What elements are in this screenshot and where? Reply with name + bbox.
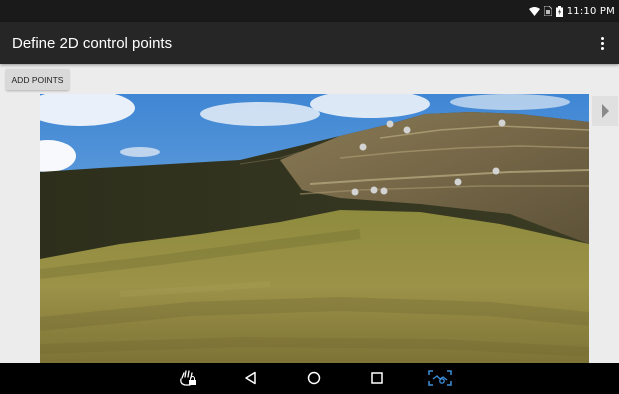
status-bar: 11:10 PM bbox=[0, 0, 619, 22]
wifi-icon bbox=[528, 5, 540, 17]
control-point[interactable] bbox=[380, 187, 388, 195]
control-point[interactable] bbox=[351, 188, 359, 196]
app-screen: 11:10 PM Define 2D control points ADD PO… bbox=[0, 0, 619, 394]
back-icon[interactable] bbox=[239, 368, 263, 388]
control-point[interactable] bbox=[359, 143, 367, 151]
landscape-photo[interactable] bbox=[40, 94, 589, 363]
control-point[interactable] bbox=[386, 120, 394, 128]
app-bar: Define 2D control points bbox=[0, 22, 619, 64]
control-point[interactable] bbox=[492, 167, 500, 175]
next-button[interactable] bbox=[592, 96, 618, 126]
control-point[interactable] bbox=[454, 178, 462, 186]
home-icon[interactable] bbox=[302, 368, 326, 388]
add-points-button[interactable]: ADD POINTS bbox=[6, 69, 69, 90]
sim-icon bbox=[543, 5, 552, 17]
screenshot-icon[interactable] bbox=[428, 368, 452, 388]
gesture-lock-icon[interactable] bbox=[176, 368, 200, 388]
status-time: 11:10 PM bbox=[566, 5, 615, 17]
navigation-bar bbox=[0, 363, 619, 394]
chevron-right-icon bbox=[602, 104, 609, 118]
page-title: Define 2D control points bbox=[12, 34, 173, 52]
recents-icon[interactable] bbox=[365, 368, 389, 388]
control-point[interactable] bbox=[403, 126, 411, 134]
battery-icon bbox=[555, 5, 563, 17]
more-vert-icon[interactable] bbox=[593, 32, 611, 54]
control-point[interactable] bbox=[498, 119, 506, 127]
control-point[interactable] bbox=[370, 186, 378, 194]
